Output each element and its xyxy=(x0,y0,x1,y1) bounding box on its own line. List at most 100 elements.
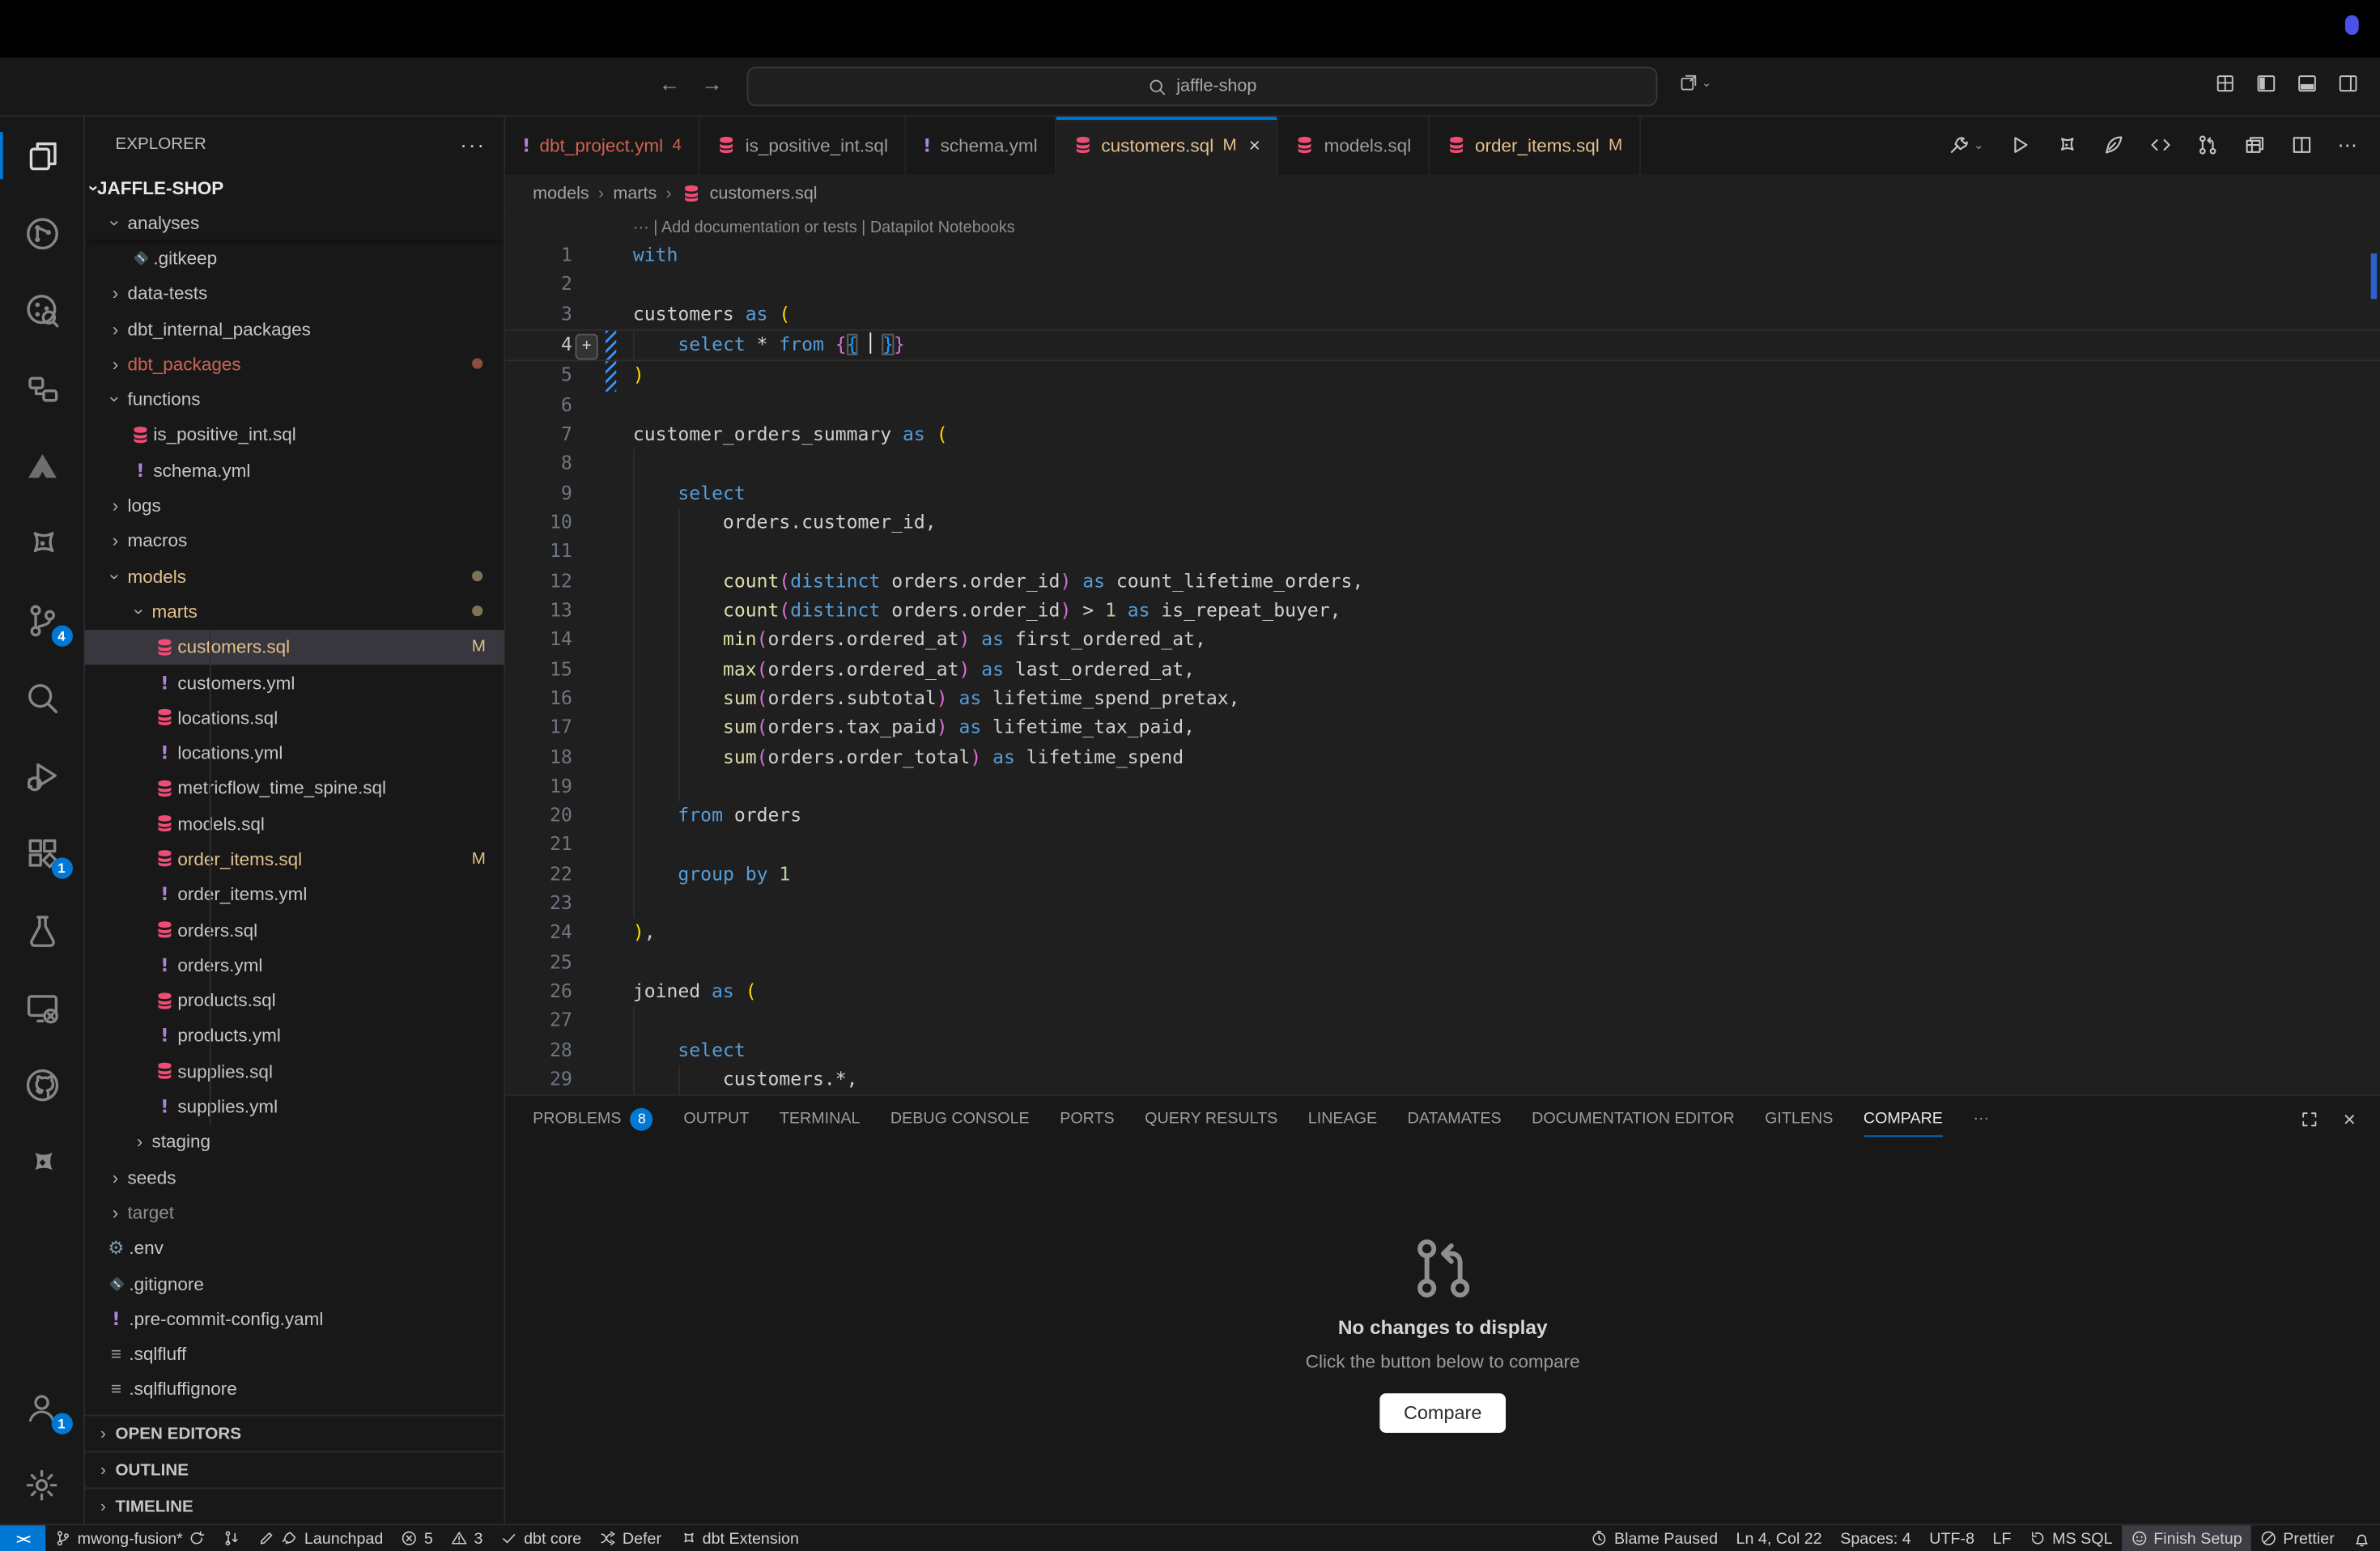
search-activity-item[interactable] xyxy=(0,659,84,737)
code-line-7[interactable]: 7customer_orders_summary as ( xyxy=(505,420,2380,449)
more-icon[interactable]: ⋯ xyxy=(2338,134,2359,158)
close-panel-icon[interactable]: × xyxy=(2344,1107,2356,1131)
code-line-2[interactable]: 2 xyxy=(505,270,2380,300)
tree-item-seeds[interactable]: ›seeds xyxy=(85,1160,504,1196)
tree-item-data-tests[interactable]: ›data-tests xyxy=(85,275,504,311)
status--[interactable]: >< xyxy=(0,1525,45,1551)
status-bell-icon[interactable] xyxy=(2344,1525,2380,1551)
code-line-11[interactable]: 11 xyxy=(505,538,2380,567)
tree-item--sqlfluffignore[interactable]: ≡.sqlfluffignore xyxy=(85,1372,504,1408)
run-icon[interactable] xyxy=(2008,134,2031,157)
schema-boxes-activity-item[interactable] xyxy=(0,349,84,427)
tab-dbt-project-yml[interactable]: !dbt_project.yml4 xyxy=(505,117,699,174)
tree-item-supplies-sql[interactable]: supplies.sql xyxy=(85,1053,504,1089)
git-compare-icon[interactable] xyxy=(2196,134,2219,157)
status-ln-4-col-22[interactable]: Ln 4, Col 22 xyxy=(1727,1525,1831,1551)
panel-tab-output[interactable]: OUTPUT xyxy=(683,1096,749,1141)
tree-item-staging[interactable]: ›staging xyxy=(85,1124,504,1160)
dbt-star-activity-item[interactable] xyxy=(0,504,84,582)
tree-item-locations-yml[interactable]: !locations.yml xyxy=(85,735,504,771)
code-line-13[interactable]: 13 count(distinct orders.order_id) > 1 a… xyxy=(505,597,2380,626)
tree-item-models-sql[interactable]: models.sql xyxy=(85,806,504,842)
tab-models-sql[interactable]: models.sql xyxy=(1278,117,1429,174)
code-line-22[interactable]: 22 group by 1 xyxy=(505,860,2380,890)
layout-grid-icon[interactable] xyxy=(2215,73,2236,94)
code-line-29[interactable]: 29 customers.*, xyxy=(505,1065,2380,1094)
code-line-12[interactable]: 12 count(distinct orders.order_id) as co… xyxy=(505,567,2380,596)
panel-tab-query-results[interactable]: QUERY RESULTS xyxy=(1145,1096,1277,1141)
triangle-logo-activity-item[interactable] xyxy=(0,427,84,504)
tree-item-orders-sql[interactable]: orders.sql xyxy=(85,912,504,948)
dbt-star-filled-activity-item[interactable] xyxy=(0,1124,84,1201)
tree-item-logs[interactable]: ›logs xyxy=(85,488,504,524)
tree-item-functions[interactable]: ›functions xyxy=(85,382,504,418)
tree-item-target[interactable]: ›target xyxy=(85,1195,504,1230)
tree-item-analyses[interactable]: ›analyses xyxy=(85,205,504,240)
status-utf-8[interactable]: UTF-8 xyxy=(1920,1525,1983,1551)
tree-item-is-positive-int-sql[interactable]: is_positive_int.sql xyxy=(85,417,504,453)
panel-tab-problems[interactable]: PROBLEMS8 xyxy=(533,1096,653,1141)
code-line-23[interactable]: 23 xyxy=(505,890,2380,919)
hammer-icon[interactable]: ⌄ xyxy=(1948,134,1983,157)
tree-item-products-yml[interactable]: !products.yml xyxy=(85,1018,504,1054)
tree-item-schema-yml[interactable]: !schema.yml xyxy=(85,453,504,488)
source-control-activity-item[interactable]: 4 xyxy=(0,581,84,659)
tree-item-order-items-yml[interactable]: !order_items.yml xyxy=(85,877,504,912)
tree-item-dbt-packages[interactable]: ›dbt_packages xyxy=(85,346,504,382)
sidebar-section-timeline[interactable]: ›TIMELINE xyxy=(85,1488,504,1524)
code-editor[interactable]: ··· | Add documentation or tests | Datap… xyxy=(505,214,2380,1094)
tree-item-marts[interactable]: ›marts xyxy=(85,594,504,630)
code-line-10[interactable]: 10 orders.customer_id, xyxy=(505,508,2380,538)
panel-bottom-icon[interactable] xyxy=(2297,73,2318,94)
tree-item--sqlfluff[interactable]: ≡.sqlfluff xyxy=(85,1336,504,1372)
status-mwong-fusion-[interactable]: mwong-fusion* xyxy=(45,1525,215,1551)
tab-is-positive-int-sql[interactable]: is_positive_int.sql xyxy=(699,117,906,174)
dbt-graph-activity-item[interactable] xyxy=(0,194,84,272)
status-ms-sql[interactable]: MS SQL xyxy=(2021,1525,2122,1551)
tree-item-dbt-internal-packages[interactable]: ›dbt_internal_packages xyxy=(85,311,504,346)
code-line-9[interactable]: 9 select xyxy=(505,479,2380,508)
tree-item-macros[interactable]: ›macros xyxy=(85,523,504,559)
code-line-19[interactable]: 19 xyxy=(505,772,2380,801)
tree-item--env[interactable]: ⚙.env xyxy=(85,1230,504,1266)
breadcrumb-item[interactable]: models xyxy=(533,185,589,204)
panel-tab--[interactable]: ··· xyxy=(1973,1096,1989,1141)
panel-tab-ports[interactable]: PORTS xyxy=(1060,1096,1114,1141)
code-line-17[interactable]: 17 sum(orders.tax_paid) as lifetime_tax_… xyxy=(505,714,2380,743)
beaker-activity-item[interactable] xyxy=(0,891,84,969)
code-line-8[interactable]: 8 xyxy=(505,449,2380,478)
tree-root-jaffle-shop[interactable]: › JAFFLE-SHOP xyxy=(85,170,504,205)
sidebar-section-open-editors[interactable]: ›OPEN EDITORS xyxy=(85,1416,504,1451)
tree-item-customers-sql[interactable]: customers.sqlM xyxy=(85,629,504,665)
tab-order-items-sql[interactable]: order_items.sqlM xyxy=(1430,117,1641,174)
files-activity-item[interactable] xyxy=(0,117,84,194)
code-line-16[interactable]: 16 sum(orders.subtotal) as lifetime_spen… xyxy=(505,684,2380,713)
account-activity-item[interactable]: 1 xyxy=(0,1369,84,1447)
code-line-26[interactable]: 26joined as ( xyxy=(505,978,2380,1007)
tree-item-models[interactable]: ›models xyxy=(85,559,504,594)
status-defer[interactable]: Defer xyxy=(590,1525,670,1551)
code-line-28[interactable]: 28 select xyxy=(505,1036,2380,1065)
codelens-actions[interactable]: ··· | Add documentation or tests | Datap… xyxy=(505,214,2380,241)
quill-icon[interactable] xyxy=(2102,134,2125,157)
status-lf[interactable]: LF xyxy=(1983,1525,2020,1551)
split-editor-icon[interactable] xyxy=(2290,134,2313,157)
panel-tab-terminal[interactable]: TERMINAL xyxy=(780,1096,861,1141)
tree-item--gitignore[interactable]: .gitignore xyxy=(85,1266,504,1302)
status-spaces-4[interactable]: Spaces: 4 xyxy=(1831,1525,1920,1551)
panel-tab-debug-console[interactable]: DEBUG CONSOLE xyxy=(890,1096,1030,1141)
tree-item-customers-yml[interactable]: !customers.yml xyxy=(85,665,504,700)
status-5[interactable]: 5 xyxy=(393,1525,443,1551)
status-finish-setup[interactable]: Finish Setup xyxy=(2122,1525,2251,1551)
extensions-activity-item[interactable]: 1 xyxy=(0,814,84,891)
compare-button[interactable]: Compare xyxy=(1379,1393,1506,1433)
code-line-4[interactable]: 4+ select * from {{ }} xyxy=(505,329,2380,362)
tree-item-supplies-yml[interactable]: !supplies.yml xyxy=(85,1089,504,1124)
status-3[interactable]: 3 xyxy=(442,1525,492,1551)
panel-tab-datamates[interactable]: DATAMATES xyxy=(1408,1096,1502,1141)
tree-item-order-items-sql[interactable]: order_items.sqlM xyxy=(85,841,504,877)
code-line-5[interactable]: 5) xyxy=(505,362,2380,391)
code-line-1[interactable]: 1with xyxy=(505,241,2380,270)
explorer-more-button[interactable]: ··· xyxy=(460,131,486,155)
close-icon[interactable]: × xyxy=(1249,134,1260,157)
